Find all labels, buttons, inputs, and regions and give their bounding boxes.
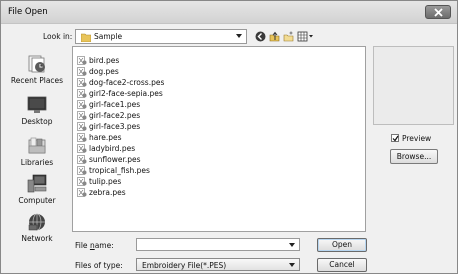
pes-file-icon [77, 77, 87, 87]
view-menu-icon[interactable] [297, 31, 314, 42]
filename-input[interactable] [136, 238, 300, 251]
file-item[interactable]: bird.pes [77, 55, 119, 65]
pes-file-icon [77, 88, 87, 98]
cancel-button[interactable]: Cancel [317, 258, 367, 272]
filename-label: File name: [75, 241, 114, 250]
preview-label: Preview [402, 134, 432, 143]
file-item[interactable]: girl2-face-sepia.pes [77, 88, 163, 98]
pes-file-icon [77, 99, 87, 109]
pes-file-icon [77, 66, 87, 76]
pes-file-icon [77, 110, 87, 120]
place-label: Libraries [20, 158, 54, 167]
place-label: Computer [18, 196, 56, 205]
computer-icon [27, 174, 47, 193]
close-button[interactable] [425, 5, 451, 19]
preview-pane [373, 46, 454, 125]
new-folder-icon[interactable] [283, 31, 294, 42]
desktop-icon [27, 96, 47, 113]
place-label: Network [21, 234, 53, 243]
pes-file-icon [77, 55, 87, 65]
place-label: Recent Places [10, 76, 64, 85]
file-item[interactable]: dog.pes [77, 66, 119, 76]
chevron-down-icon [236, 34, 242, 38]
file-item[interactable]: girl-face3.pes [77, 121, 140, 131]
recent-places-icon [28, 55, 45, 73]
place-libraries[interactable]: Libraries [5, 136, 69, 167]
file-item[interactable]: sunflower.pes [77, 154, 141, 164]
pes-file-icon [77, 187, 87, 197]
checkmark-icon [392, 135, 399, 142]
lookin-value: Sample [94, 32, 123, 41]
pes-file-icon [77, 154, 87, 164]
window-title: File Open [8, 7, 48, 17]
title-bar[interactable]: File Open [1, 1, 457, 24]
lookin-dropdown[interactable]: Sample [75, 29, 247, 44]
chevron-down-icon [289, 263, 295, 267]
file-item[interactable]: tropical_fish.pes [77, 165, 150, 175]
places-bar: Recent Places Desktop Libraries Computer… [5, 46, 69, 264]
chevron-down-icon[interactable] [289, 243, 295, 247]
pes-file-icon [77, 143, 87, 153]
file-item[interactable]: girl-face2.pes [77, 110, 140, 120]
place-network[interactable]: Network [5, 212, 69, 243]
pes-file-icon [77, 165, 87, 175]
open-button[interactable]: Open [317, 238, 367, 252]
folder-icon [81, 33, 91, 42]
up-folder-icon[interactable] [269, 31, 280, 42]
file-item[interactable]: dog-face2-cross.pes [77, 77, 164, 87]
preview-checkbox[interactable] [391, 134, 399, 142]
place-computer[interactable]: Computer [5, 172, 69, 205]
file-item[interactable]: tulip.pes [77, 176, 121, 186]
filetype-label: Files of type: [75, 261, 123, 270]
browse-button[interactable]: Browse... [390, 149, 438, 164]
place-desktop[interactable]: Desktop [5, 95, 69, 126]
close-icon [434, 8, 443, 17]
place-label: Desktop [21, 117, 53, 126]
network-icon [28, 213, 45, 231]
file-item[interactable]: ladybird.pes [77, 143, 135, 153]
file-open-dialog: File Open Look in: Sample Recent Places … [0, 0, 458, 274]
pes-file-icon [77, 132, 87, 142]
file-item[interactable]: girl-face1.pes [77, 99, 140, 109]
file-item[interactable]: zebra.pes [77, 187, 126, 197]
place-recent-places[interactable]: Recent Places [5, 54, 69, 85]
file-item[interactable]: hare.pes [77, 132, 122, 142]
pes-file-icon [77, 121, 87, 131]
file-list[interactable]: bird.pes dog.pes dog-face2-cross.pes gir… [72, 46, 366, 232]
back-icon[interactable] [255, 31, 266, 42]
filetype-value: Embroidery File(*.PES) [142, 261, 227, 270]
libraries-icon [28, 137, 46, 154]
filetype-dropdown[interactable]: Embroidery File(*.PES) [136, 258, 300, 271]
pes-file-icon [77, 176, 87, 186]
lookin-label: Look in: [43, 32, 73, 41]
